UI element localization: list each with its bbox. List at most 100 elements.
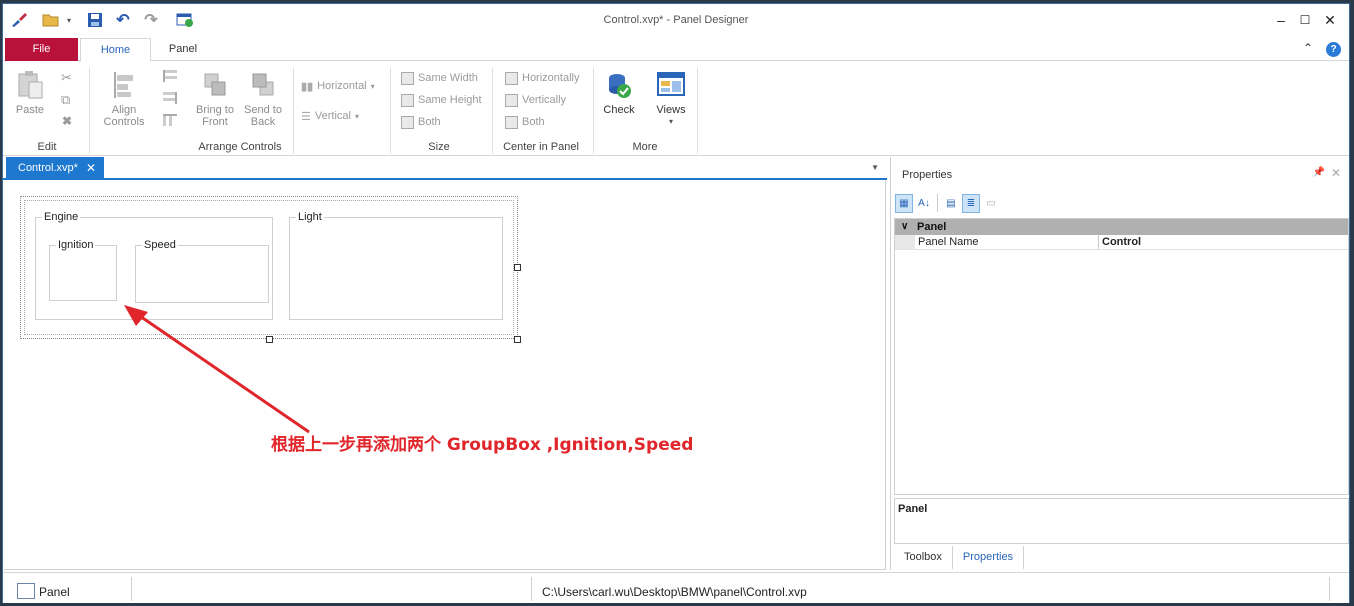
designer-canvas[interactable]: Engine Ignition Speed Light 根据上一步再添加两个 G… bbox=[4, 180, 886, 570]
group-label-edit: Edit bbox=[37, 141, 57, 153]
center-both-button[interactable]: Both bbox=[505, 114, 545, 130]
minimize-button[interactable]: – bbox=[1269, 10, 1293, 30]
categorized-icon[interactable]: ▦ bbox=[895, 194, 913, 213]
property-pages-icon[interactable]: ▤ bbox=[942, 194, 960, 213]
align-controls-button[interactable]: Align Controls bbox=[95, 70, 153, 128]
size-both-icon bbox=[401, 115, 414, 129]
collapse-ribbon-icon[interactable]: ⌃ bbox=[1303, 41, 1313, 55]
property-name: Panel Name bbox=[915, 235, 1099, 249]
bring-to-front-label: Bring to Front bbox=[196, 104, 234, 128]
alphabetical-icon[interactable]: A↓ bbox=[915, 194, 933, 213]
views-button[interactable]: Views ▾ bbox=[653, 70, 689, 128]
check-label: Check bbox=[603, 104, 635, 116]
tab-properties[interactable]: Properties bbox=[951, 546, 1025, 570]
tab-panel[interactable]: Panel bbox=[153, 38, 213, 61]
divider bbox=[131, 577, 132, 601]
align-left-icon[interactable] bbox=[163, 70, 177, 82]
center-horizontally-button[interactable]: Horizontally bbox=[505, 70, 579, 86]
center-horizontally-label: Horizontally bbox=[522, 72, 580, 84]
maximize-button[interactable]: ☐ bbox=[1293, 10, 1317, 30]
chevron-down-icon: ▾ bbox=[354, 111, 359, 121]
bring-to-front-button[interactable]: Bring to Front bbox=[193, 70, 237, 128]
document-tab-label: Control.xvp* bbox=[18, 162, 78, 174]
center-vertically-button[interactable]: Vertically bbox=[505, 92, 566, 108]
paste-button[interactable]: Paste bbox=[15, 70, 45, 116]
views-icon bbox=[657, 72, 685, 96]
close-button[interactable]: ✕ bbox=[1318, 10, 1342, 30]
size-both-button[interactable]: Both bbox=[401, 114, 441, 130]
panel-icon bbox=[17, 583, 35, 599]
divider bbox=[593, 68, 594, 154]
status-bar: Panel C:\Users\carl.wu\Desktop\BMW\panel… bbox=[3, 572, 1349, 603]
groupbox-ignition[interactable]: Ignition bbox=[49, 239, 117, 301]
copy-icon[interactable]: ⧉ bbox=[61, 92, 70, 108]
check-icon bbox=[609, 74, 631, 98]
paste-label: Paste bbox=[15, 104, 45, 116]
close-icon[interactable]: ✕ bbox=[86, 157, 96, 180]
divider bbox=[697, 68, 698, 154]
tab-file[interactable]: File bbox=[5, 38, 78, 61]
tab-toolbox[interactable]: Toolbox bbox=[894, 546, 952, 570]
align-controls-label: Align Controls bbox=[103, 104, 145, 128]
center-both-icon bbox=[505, 115, 518, 129]
same-width-icon bbox=[401, 71, 414, 85]
resize-handle-bottom-right[interactable] bbox=[514, 336, 521, 343]
tab-home[interactable]: Home bbox=[80, 38, 151, 62]
same-height-label: Same Height bbox=[418, 94, 482, 106]
events-icon[interactable]: ▭ bbox=[982, 194, 1000, 213]
chevron-down-icon: ∨ bbox=[901, 221, 909, 232]
group-label-center-in-panel: Center in Panel bbox=[503, 141, 579, 153]
title-bar: ▾ ↶ ↷ Control.xvp* - Panel Designer – ☐ … bbox=[3, 4, 1349, 36]
horizontal-dropdown[interactable]: ▮▮ Horizontal ▾ bbox=[301, 78, 375, 94]
delete-icon[interactable]: ✖ bbox=[62, 114, 72, 128]
group-label-more: More bbox=[632, 141, 658, 153]
properties-view-icon[interactable]: ≣ bbox=[962, 194, 980, 213]
ribbon-tab-row: File Home Panel ⌃ ? bbox=[3, 38, 1349, 62]
same-width-button[interactable]: Same Width bbox=[401, 70, 478, 86]
groupbox-speed-label: Speed bbox=[142, 239, 178, 252]
cut-icon[interactable]: ✂ bbox=[61, 70, 72, 86]
tab-control-xvp[interactable]: Control.xvp* ✕ bbox=[6, 157, 104, 180]
help-icon[interactable]: ? bbox=[1326, 42, 1341, 57]
divider bbox=[531, 577, 532, 601]
align-right-icon[interactable] bbox=[163, 92, 177, 104]
groupbox-ignition-label: Ignition bbox=[56, 239, 96, 252]
pin-icon[interactable]: 📌 bbox=[1313, 167, 1325, 178]
chevron-down-icon: ▾ bbox=[668, 117, 673, 126]
send-to-back-button[interactable]: Send to Back bbox=[241, 70, 285, 128]
check-button[interactable]: Check bbox=[601, 70, 637, 116]
panel-tabs: Toolbox Properties bbox=[894, 546, 1349, 570]
document-tab-strip: Control.xvp* ✕ ▼ bbox=[3, 157, 887, 180]
same-width-label: Same Width bbox=[418, 72, 478, 84]
window-title: Control.xvp* - Panel Designer bbox=[603, 14, 749, 26]
views-label: Views bbox=[656, 104, 686, 116]
property-row[interactable]: Panel Name Control bbox=[895, 235, 1348, 250]
close-icon[interactable]: ✕ bbox=[1331, 166, 1341, 180]
property-value[interactable]: Control bbox=[1099, 235, 1348, 249]
chevron-down-icon[interactable]: ▼ bbox=[871, 163, 879, 172]
status-item-label: Panel bbox=[39, 585, 70, 599]
same-height-button[interactable]: Same Height bbox=[401, 92, 482, 108]
groupbox-speed[interactable]: Speed bbox=[135, 239, 269, 303]
resize-handle-right[interactable] bbox=[514, 264, 521, 271]
chevron-down-icon: ▾ bbox=[370, 81, 375, 91]
center-vertically-label: Vertically bbox=[522, 94, 567, 106]
annotation-text: 根据上一步再添加两个 GroupBox ,Ignition,Speed bbox=[271, 435, 694, 455]
send-to-back-label: Send to Back bbox=[244, 104, 282, 128]
horizontal-spacing-icon: ▮▮ bbox=[301, 80, 314, 93]
property-category-panel[interactable]: ∨ Panel bbox=[895, 219, 1348, 235]
align-top-icon[interactable] bbox=[163, 114, 177, 126]
vertical-dropdown[interactable]: ☰ Vertical ▾ bbox=[301, 108, 359, 124]
property-category-label: Panel bbox=[917, 221, 947, 233]
application-window: ▾ ↶ ↷ Control.xvp* - Panel Designer – ☐ … bbox=[2, 3, 1350, 603]
divider bbox=[89, 68, 90, 154]
vertical-spacing-icon: ☰ bbox=[301, 110, 311, 123]
groupbox-light[interactable]: Light bbox=[289, 211, 503, 320]
properties-panel: Properties 📌 ✕ ▦ A↓ ▤ ≣ ▭ ∨ Panel Panel … bbox=[890, 157, 1349, 570]
divider bbox=[492, 68, 493, 154]
group-label-arrange-controls: Arrange Controls bbox=[198, 141, 282, 153]
center-both-label: Both bbox=[522, 116, 545, 128]
annotation-arrow bbox=[124, 305, 310, 434]
ribbon: Paste ✂ ⧉ ✖ Edit Align Controls Bring to… bbox=[3, 62, 1349, 156]
paste-icon bbox=[18, 71, 43, 99]
